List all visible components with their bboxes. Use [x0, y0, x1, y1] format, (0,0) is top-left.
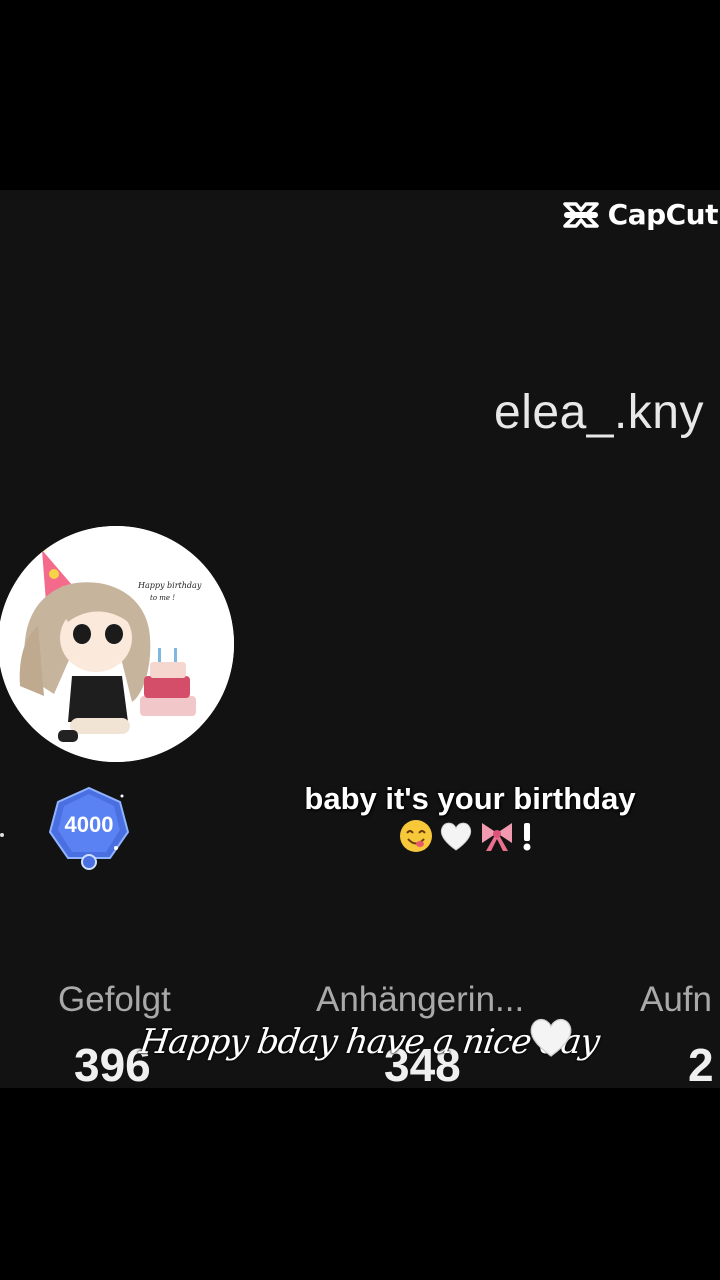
stat-label-likes: Aufn: [640, 980, 712, 1019]
video-frame[interactable]: CapCut elea_.kny Happy birthday to me ! …: [0, 190, 720, 1088]
avatar-image: Happy birthday to me !: [0, 526, 234, 762]
ribbon-icon: [482, 823, 512, 851]
stat-label-followers: Anhängerin...: [316, 980, 525, 1019]
exclamation-icon: [523, 823, 531, 851]
smiling-face-icon: [400, 820, 432, 852]
white-heart-icon: [530, 1018, 572, 1057]
avatar-caption-2: to me !: [150, 594, 175, 602]
caption-emojis: [398, 818, 534, 854]
badge-value: 4000: [64, 812, 114, 837]
letterbox-top: [0, 0, 720, 190]
stat-label-following: Gefolgt: [58, 980, 171, 1019]
letterbox-bottom: [0, 1088, 720, 1280]
profile-username: elea_.kny: [494, 386, 704, 439]
capcut-watermark: CapCut: [562, 198, 719, 231]
capcut-logo-icon: [562, 201, 599, 228]
avatar[interactable]: Happy birthday to me !: [0, 526, 234, 762]
white-heart-icon: [440, 822, 472, 851]
capcut-watermark-text: CapCut: [607, 198, 719, 231]
indicator-dot: [0, 833, 4, 837]
stat-value-likes[interactable]: 2: [688, 1038, 714, 1088]
caption-text: baby it's your birthday: [304, 781, 636, 816]
avatar-caption: Happy birthday: [137, 581, 202, 590]
